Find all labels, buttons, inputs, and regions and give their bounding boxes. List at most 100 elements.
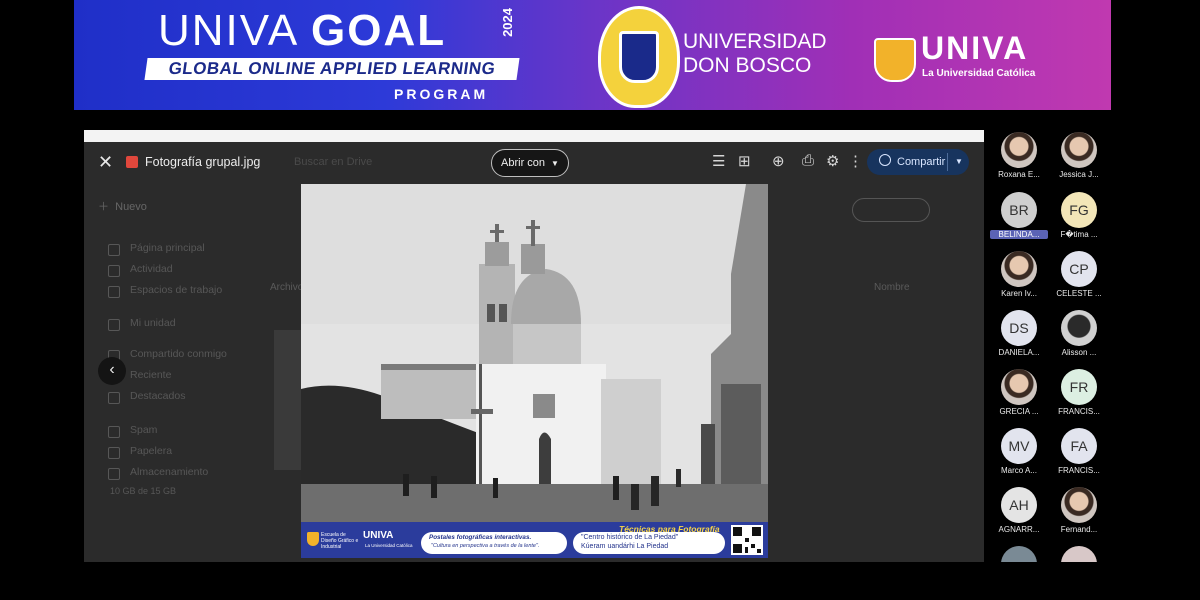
photo-caption-band: Escuela de Diseño Gráfico e Industrial U…	[301, 522, 768, 558]
banner-year: 2024	[500, 8, 515, 37]
drive-image-viewer: ＋ Nuevo Página principal Actividad Espac…	[84, 130, 984, 562]
globe-icon	[879, 154, 891, 166]
participant-tile[interactable]: Karen Iv...	[990, 251, 1048, 298]
udb-name: UNIVERSIDAD DON BOSCO	[683, 30, 827, 77]
participant-name: Fernand...	[1060, 525, 1098, 534]
share-button[interactable]: Compartir ▼	[867, 149, 969, 175]
participant-name: Karen Iv...	[1001, 289, 1037, 298]
add-to-folder-icon[interactable]: ⊞	[738, 152, 751, 170]
share-dropdown-icon[interactable]: ▼	[955, 149, 963, 175]
univa-shield-logo	[874, 38, 916, 82]
nav-starred[interactable]: Destacados	[130, 390, 185, 402]
spam-icon	[108, 426, 120, 438]
participant-name: F�tima ...	[1060, 230, 1098, 239]
settings-icon[interactable]: ⚙	[826, 152, 839, 170]
nav-home[interactable]: Página principal	[130, 242, 205, 254]
cloud-icon	[108, 468, 120, 480]
nav-workspaces[interactable]: Espacios de trabajo	[130, 284, 222, 296]
browser-strip	[84, 130, 984, 142]
list-icon[interactable]: ☰	[712, 152, 725, 170]
workspaces-icon	[108, 286, 120, 298]
nav-spam[interactable]: Spam	[130, 424, 157, 436]
participant-name: Jessica J...	[1059, 170, 1099, 179]
nav-recent[interactable]: Reciente	[130, 369, 171, 381]
storage-note: 10 GB de 15 GB	[110, 486, 177, 496]
participant-tile[interactable]: GRECIA ...	[990, 369, 1048, 416]
participant-name: Alisson ...	[1061, 348, 1097, 357]
avatar	[1001, 369, 1037, 405]
file-name: Fotografía grupal.jpg	[145, 155, 261, 169]
participant-tile[interactable]: FG F�tima ...	[1050, 192, 1108, 239]
participant-tile[interactable]: CP CELESTE ...	[1050, 251, 1108, 298]
activity-icon	[108, 265, 120, 277]
participant-name: CELESTE ...	[1056, 289, 1102, 298]
participant-tile[interactable]: Roxana E...	[990, 132, 1048, 179]
participant-tile[interactable]: AH AGNARR...	[990, 487, 1048, 534]
participant-tile[interactable]: FR FRANCIS...	[1050, 369, 1108, 416]
avatar: FR	[1061, 369, 1097, 405]
univa-tagline: La Universidad Católica	[922, 68, 1036, 79]
participant-tile[interactable]: Jessica J...	[1050, 132, 1108, 179]
drive-search-placeholder: Buscar en Drive	[294, 156, 373, 168]
group-photo: Escuela de Diseño Gráfico e Industrial U…	[301, 184, 768, 558]
avatar	[1061, 546, 1097, 562]
open-with-button[interactable]: Abrir con ▼	[491, 149, 569, 177]
chevron-down-icon: ▼	[551, 159, 559, 168]
participant-name: FRANCIS...	[1058, 407, 1100, 416]
participant-tile[interactable]: BR BELINDA...	[990, 192, 1048, 239]
caption-project-title: Postales fotográficas interactivas.	[429, 534, 532, 541]
avatar: FG	[1061, 192, 1097, 228]
new-button[interactable]: ＋ Nuevo	[98, 198, 147, 214]
univa-name: UNIVA	[921, 30, 1029, 66]
qr-code-icon	[731, 525, 763, 555]
more-icon[interactable]: ⋮	[848, 152, 863, 170]
participant-name: DANIELA...	[998, 348, 1040, 357]
participant-tile-partial[interactable]	[1050, 546, 1108, 562]
trash-icon	[108, 447, 120, 459]
caption-pill-project: Postales fotográficas interactivas. "Cul…	[421, 532, 567, 554]
image-file-icon	[126, 156, 138, 168]
nav-my-drive[interactable]: Mi unidad	[130, 317, 176, 329]
avatar	[1001, 251, 1037, 287]
sort-by-name[interactable]: Nombre	[874, 282, 910, 293]
nav-storage[interactable]: Almacenamiento	[130, 466, 208, 478]
banner-title: UNIVA GOAL	[158, 6, 447, 55]
nav-activity[interactable]: Actividad	[130, 263, 173, 275]
avatar: DS	[1001, 310, 1037, 346]
add-comment-icon[interactable]: ⊕	[772, 152, 785, 170]
participant-tile-partial[interactable]	[990, 546, 1048, 562]
avatar	[1061, 132, 1097, 168]
participant-tile[interactable]: DS DANIELA...	[990, 310, 1048, 357]
participant-tile[interactable]: MV Marco A...	[990, 428, 1048, 475]
print-icon[interactable]: ⎙	[802, 152, 814, 169]
participant-name: BELINDA...	[990, 230, 1048, 239]
avatar: BR	[1001, 192, 1037, 228]
nav-shared[interactable]: Compartido conmigo	[130, 348, 227, 360]
caption-location-1: "Centro histórico de La Piedad"	[581, 534, 679, 541]
participant-tile[interactable]: FA FRANCIS...	[1050, 428, 1108, 475]
participant-tile[interactable]: Fernand...	[1050, 487, 1108, 534]
participant-name: GRECIA ...	[999, 407, 1039, 416]
close-icon[interactable]: ✕	[98, 152, 113, 173]
church-photo-graphic	[301, 184, 768, 522]
nav-trash[interactable]: Papelera	[130, 445, 172, 457]
caption-location-2: Kúeram uandárhi La Piedad	[581, 543, 669, 550]
participant-tile[interactable]: Alisson ...	[1050, 310, 1108, 357]
banner-program: PROGRAM	[394, 86, 489, 102]
home-icon	[108, 244, 120, 256]
avatar: CP	[1061, 251, 1097, 287]
avatar	[1061, 310, 1097, 346]
view-toggle[interactable]	[852, 198, 930, 222]
event-banner: UNIVA GOAL 2024 GLOBAL ONLINE APPLIED LE…	[74, 0, 1111, 110]
avatar	[1001, 132, 1037, 168]
star-icon	[108, 392, 120, 404]
participant-name: AGNARR...	[998, 525, 1040, 534]
caption-project-sub: "Cultura en perspectiva a través de la l…	[431, 543, 540, 549]
previous-image-button[interactable]: ‹	[98, 357, 126, 385]
univa-logo-sub: La Universidad Católica	[365, 543, 413, 548]
participants-panel: Roxana E... Jessica J... BR BELINDA... FG…	[990, 128, 1110, 562]
avatar: MV	[1001, 428, 1037, 464]
participant-name: FRANCIS...	[1058, 466, 1100, 475]
caption-pill-location: "Centro histórico de La Piedad" Kúeram u…	[573, 532, 725, 554]
avatar	[1061, 487, 1097, 523]
